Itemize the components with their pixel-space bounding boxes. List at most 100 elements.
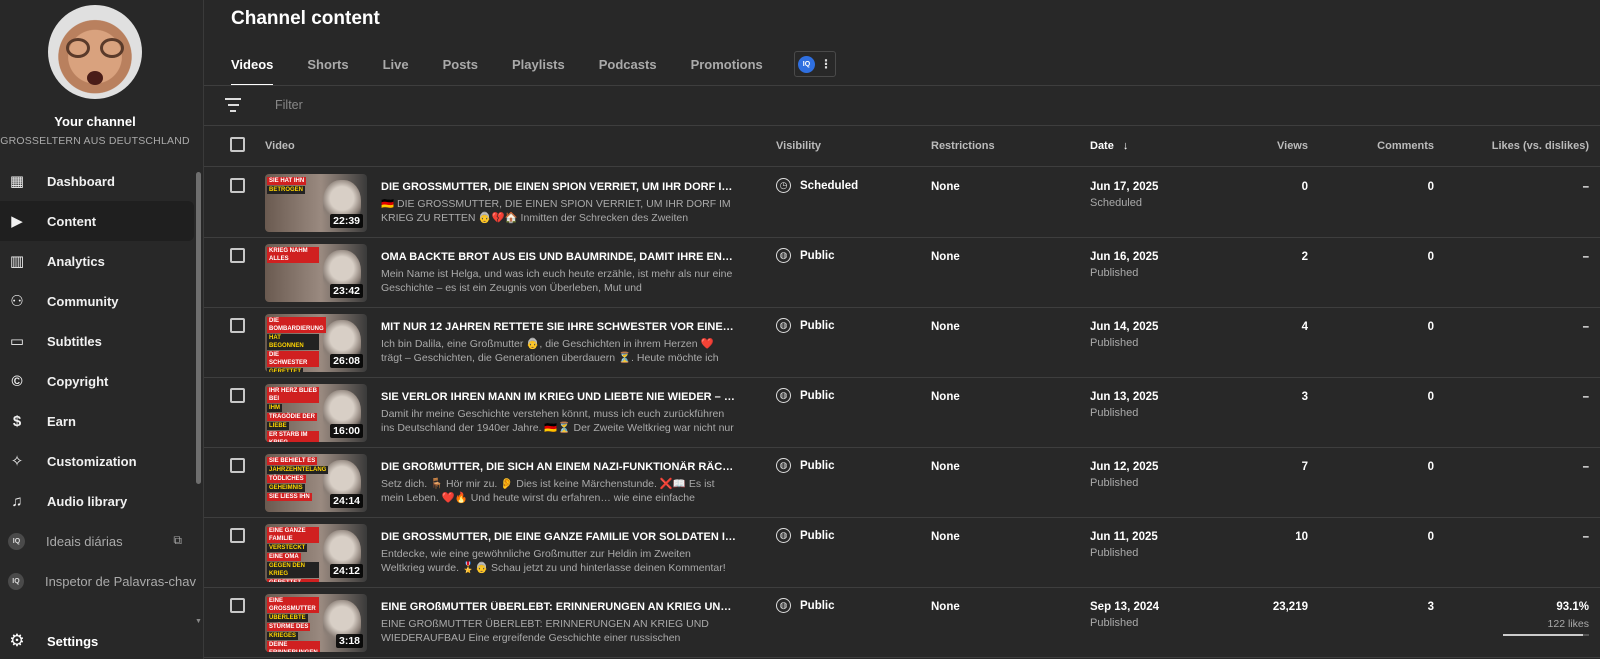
column-date[interactable]: Date ↓ — [1090, 140, 1128, 152]
sidebar-item-subtitles[interactable]: ▭ Subtitles — [0, 321, 196, 361]
sidebar-item-community[interactable]: ⚇ Community — [0, 281, 196, 321]
thumbnail-text: SIE BEHIELT ES — [267, 457, 318, 465]
views-value: 23,219 — [1272, 601, 1308, 613]
sidebar-item-label: Settings — [47, 633, 99, 649]
column-views[interactable]: Views — [1277, 140, 1308, 152]
extension-tab-button[interactable]: IQ ⋮ — [794, 51, 836, 77]
table-row[interactable]: SIE HAT IHN BETROGEN 22:39 DIE GROSSMUTTER,… — [204, 167, 1600, 238]
tab-videos[interactable]: Videos — [231, 44, 274, 86]
row-checkbox[interactable] — [230, 388, 245, 403]
status-value: Scheduled — [1090, 197, 1142, 209]
sidebar-item-content[interactable]: ▶ Content — [0, 201, 194, 241]
video-title[interactable]: OMA BACKTE BROT AUS EIS UND BAUMRINDE, D… — [381, 251, 736, 263]
visibility-cell[interactable]: ◍ Public — [776, 458, 835, 473]
select-all-checkbox[interactable] — [230, 137, 245, 152]
sidebar-scrollbar[interactable] — [196, 172, 201, 484]
row-checkbox[interactable] — [230, 528, 245, 543]
status-value: Published — [1090, 407, 1139, 419]
visibility-label: Public — [800, 459, 835, 472]
visibility-cell[interactable]: ◍ Public — [776, 388, 835, 403]
video-thumbnail[interactable]: IHR HERZ BLIEB BEI IHM TRAGÖDIE DER LIEBE ER… — [265, 384, 367, 442]
tab-posts[interactable]: Posts — [443, 44, 478, 86]
video-title[interactable]: DIE GROSSMUTTER, DIE EINEN SPION VERRIET… — [381, 181, 736, 193]
video-thumbnail[interactable]: SIE BEHIELT ES JAHRZEHNTELANG TÖDLICHES GEH… — [265, 454, 367, 512]
visibility-cell[interactable]: ◍ Public — [776, 528, 835, 543]
video-title[interactable]: EINE GROßMUTTER ÜBERLEBT: ERINNERUNGEN A… — [381, 601, 736, 613]
video-title[interactable]: SIE VERLOR IHREN MANN IM KRIEG UND LIEBT… — [381, 391, 736, 403]
tab-live[interactable]: Live — [383, 44, 409, 86]
sidebar-item-label: Customization — [47, 453, 137, 469]
table-row[interactable]: DIE BOMBARDIERUNG HAT BEGONNEN DIE SCHWEST… — [204, 307, 1600, 378]
table-row[interactable]: KRIEG NAHM ALLES 23:42 OMA BACKTE BROT AUS… — [204, 237, 1600, 308]
sidebar-extension-item[interactable]: IQ Ideais diárias ⧉ — [0, 521, 196, 561]
avatar-glasses — [66, 38, 124, 58]
sidebar-item-label: Inspetor de Palavras-chav — [44, 573, 196, 589]
visibility-cell[interactable]: ◷ Scheduled — [776, 178, 858, 193]
video-thumbnail[interactable]: SIE HAT IHN BETROGEN 22:39 — [265, 174, 367, 232]
visibility-cell[interactable]: ◍ Public — [776, 318, 835, 333]
globe-icon: ◍ — [776, 458, 791, 473]
video-thumbnail[interactable]: EINE GANZE FAMILIE VERSTECKT EINE OMA GEGEN… — [265, 524, 367, 582]
sidebar-item-copyright[interactable]: © Copyright — [0, 361, 196, 401]
table-row[interactable]: IHR HERZ BLIEB BEI IHM TRAGÖDIE DER LIEBE ER… — [204, 377, 1600, 448]
video-thumbnail[interactable]: DIE BOMBARDIERUNG HAT BEGONNEN DIE SCHWEST… — [265, 314, 367, 372]
table-row[interactable]: EINE GANZE FAMILIE VERSTECKT EINE OMA GEGEN… — [204, 517, 1600, 588]
sidebar-item-customization[interactable]: ✧ Customization — [0, 441, 196, 481]
tab-shorts[interactable]: Shorts — [307, 44, 348, 86]
video-description: 🇩🇪 DIE GROSSMUTTER, DIE EINEN SPION VERR… — [381, 198, 731, 224]
table-row[interactable]: EINE GROSSMUTTER ÜBERLEBTE STÜRME DES KRIEG… — [204, 587, 1600, 658]
tab-podcasts[interactable]: Podcasts — [599, 44, 657, 86]
filter-input[interactable]: Filter — [275, 98, 303, 112]
globe-icon: ◍ — [776, 598, 791, 613]
sidebar-item-label: Content — [47, 213, 97, 229]
external-link-icon[interactable]: ⧉ — [173, 533, 182, 548]
video-thumbnail[interactable]: EINE GROSSMUTTER ÜBERLEBTE STÜRME DES KRIEG… — [265, 594, 367, 652]
row-checkbox[interactable] — [230, 458, 245, 473]
tab-promotions[interactable]: Promotions — [691, 44, 763, 86]
globe-icon: ◍ — [776, 528, 791, 543]
sidebar-item-settings[interactable]: ⚙ Settings — [0, 623, 196, 659]
subtitles-icon: ▭ — [9, 333, 25, 350]
tab-playlists[interactable]: Playlists — [512, 44, 565, 86]
thumbnail-text: IHR HERZ BLIEB BEI — [267, 387, 319, 403]
video-duration: 26:08 — [330, 354, 363, 368]
video-title[interactable]: MIT NUR 12 JAHREN RETTETE SIE IHRE SCHWE… — [381, 321, 736, 333]
sidebar-extension-item[interactable]: IQ Inspetor de Palavras-chav — [0, 561, 196, 601]
video-title[interactable]: DIE GROßMUTTER, DIE SICH AN EINEM NAZI-F… — [381, 461, 736, 473]
column-visibility[interactable]: Visibility — [776, 140, 821, 152]
thumbnail-banner: SIE HAT IHN BETROGEN — [267, 177, 319, 229]
date-value: Jun 12, 2025 — [1090, 461, 1159, 473]
row-checkbox[interactable] — [230, 318, 245, 333]
video-title[interactable]: DIE GROSSMUTTER, DIE EINE GANZE FAMILIE … — [381, 531, 736, 543]
video-description: EINE GROßMUTTER ÜBERLEBT: ERINNERUNGEN A… — [381, 618, 709, 644]
likes-value: – — [1582, 531, 1589, 543]
channel-avatar[interactable] — [48, 5, 142, 99]
sidebar-item-dashboard[interactable]: ▦ Dashboard — [0, 161, 196, 201]
row-checkbox[interactable] — [230, 598, 245, 613]
content-tabs: Videos Shorts Live Posts Playlists Podcasts Pr… — [231, 44, 797, 86]
thumbnail-text: EINE GROSSMUTTER — [267, 597, 319, 613]
sidebar-item-audio-library[interactable]: ♫ Audio library — [0, 481, 196, 521]
visibility-cell[interactable]: ◍ Public — [776, 598, 835, 613]
column-restrictions[interactable]: Restrictions — [931, 140, 995, 152]
more-vert-icon: ⋮ — [820, 57, 832, 71]
video-description: Setz dich. 🪑 Hör mir zu. 👂 Dies ist kein… — [381, 478, 715, 504]
sidebar-item-label: Audio library — [47, 493, 128, 509]
video-thumbnail[interactable]: KRIEG NAHM ALLES 23:42 — [265, 244, 367, 302]
scroll-down-arrow-icon[interactable]: ▼ — [195, 618, 202, 625]
visibility-label: Scheduled — [800, 179, 859, 192]
visibility-cell[interactable]: ◍ Public — [776, 248, 835, 263]
thumbnail-text: TRAGÖDIE DER — [267, 413, 318, 421]
sidebar-item-earn[interactable]: $ Earn — [0, 401, 196, 441]
table-row[interactable]: SIE BEHIELT ES JAHRZEHNTELANG TÖDLICHES GEH… — [204, 447, 1600, 518]
sidebar-item-analytics[interactable]: ▥ Analytics — [0, 241, 196, 281]
customization-icon: ✧ — [10, 453, 24, 470]
filter-bar: Filter — [204, 86, 1600, 126]
copyright-icon: © — [11, 372, 23, 390]
row-checkbox[interactable] — [230, 248, 245, 263]
filter-icon[interactable] — [225, 98, 241, 116]
date-value: Jun 17, 2025 — [1090, 181, 1159, 193]
column-comments[interactable]: Comments — [1377, 140, 1434, 152]
row-checkbox[interactable] — [230, 178, 245, 193]
column-likes[interactable]: Likes (vs. dislikes) — [1492, 140, 1589, 152]
